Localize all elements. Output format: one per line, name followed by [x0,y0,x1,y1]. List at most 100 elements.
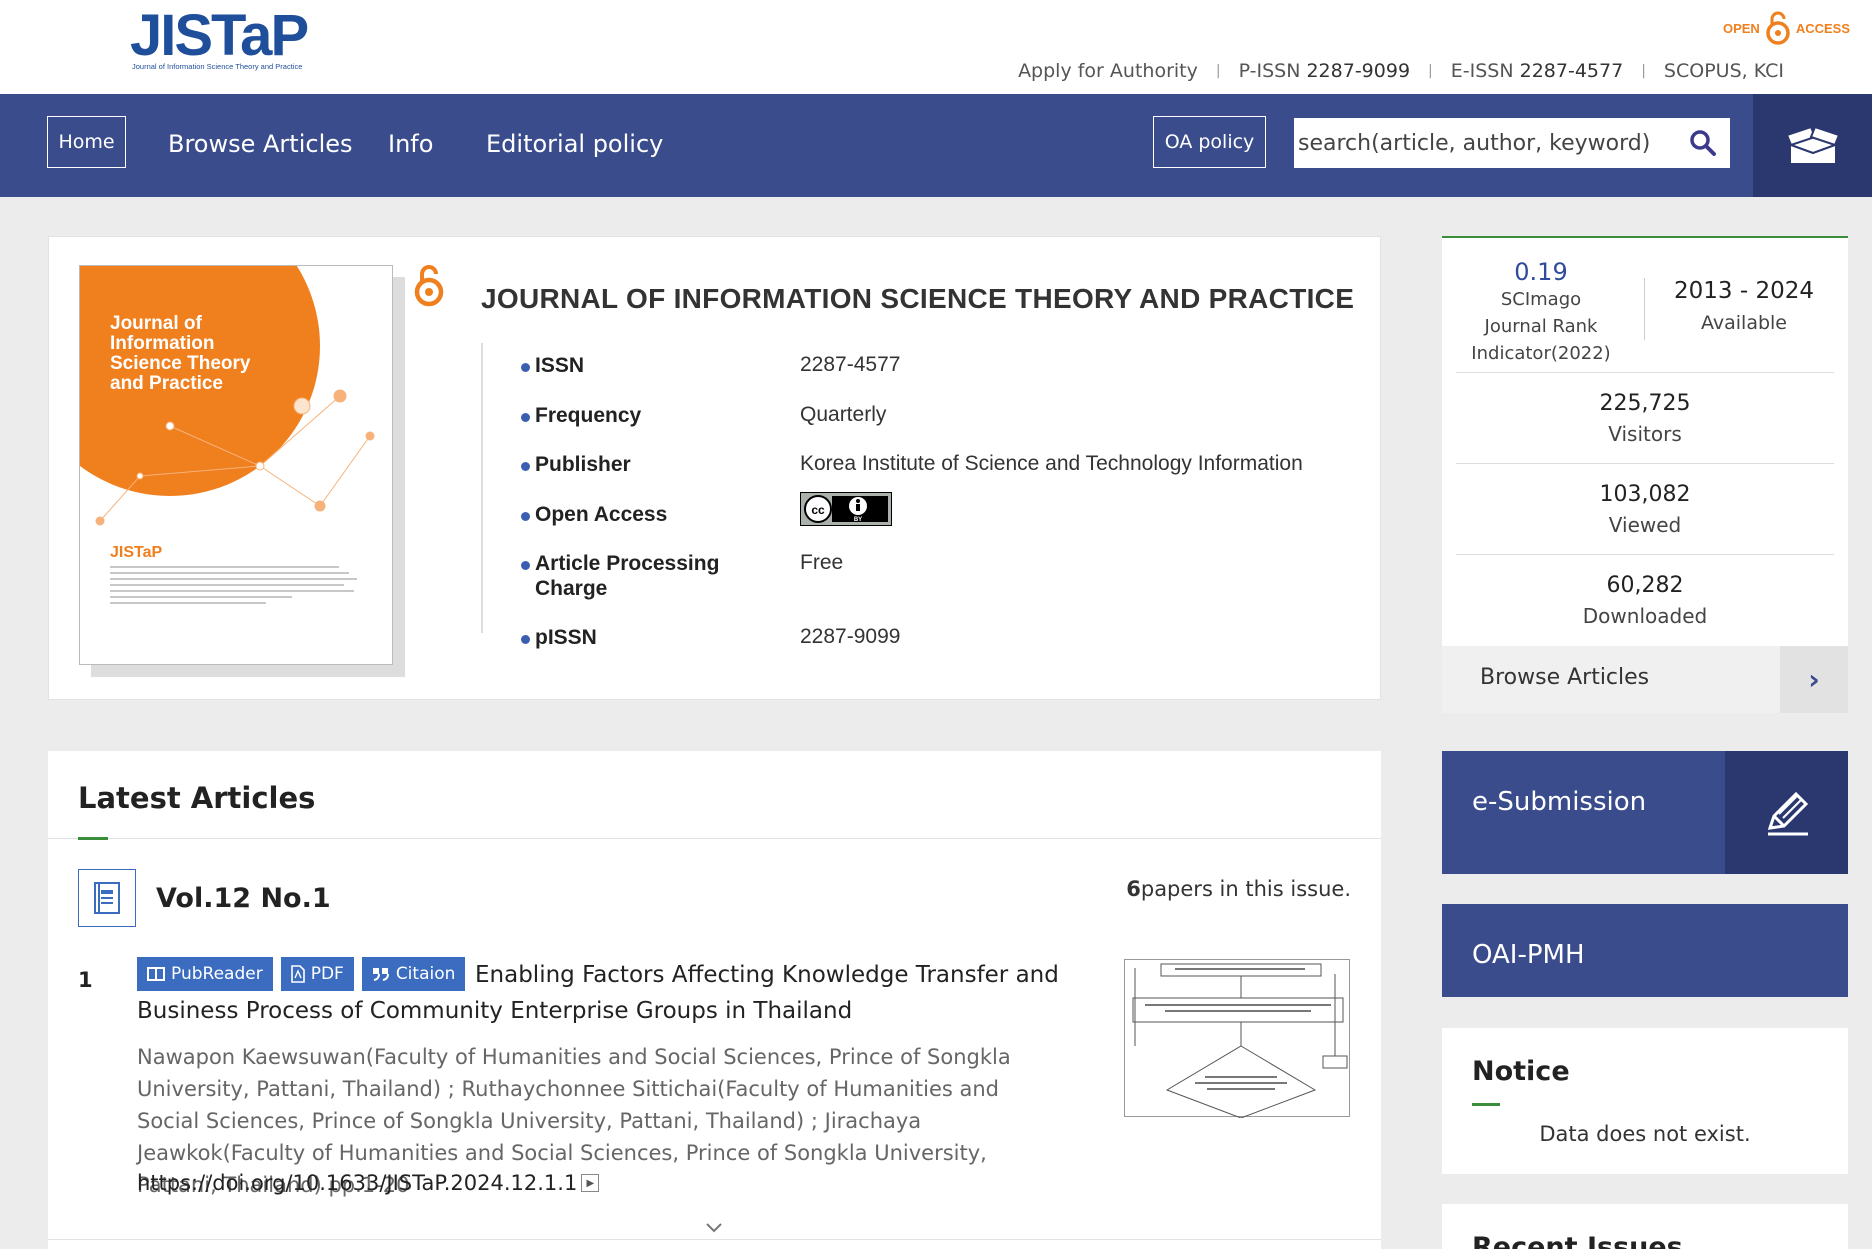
open-access-badge: OPEN ACCESS [1723,10,1850,46]
pencil-edit-icon [1767,791,1808,835]
pdf-icon [290,965,305,983]
info-value: Korea Institute of Science and Technolog… [800,452,1303,475]
pubreader-button[interactable]: PubReader [137,957,273,991]
open-access-lock-icon [414,265,444,307]
cover-contents-list [110,566,370,608]
issue-book-icon [78,869,136,927]
recent-issues-title[interactable]: Recent Issues [1472,1232,1683,1249]
viewed-stat: 103,082 Viewed [1456,463,1834,537]
issue-paper-count: 6papers in this issue. [1126,877,1351,901]
oa-policy-button[interactable]: OA policy [1153,116,1266,168]
logo-text: JISTaP [130,3,309,68]
divider [48,1239,1381,1240]
oai-pmh-button[interactable]: OAI-PMH [1442,904,1848,997]
downloaded-label: Downloaded [1582,604,1708,628]
nav-browse-articles[interactable]: Browse Articles [168,130,353,158]
viewed-count: 103,082 [1599,482,1691,507]
viewed-label: Viewed [1608,513,1682,537]
info-divider [481,343,483,633]
open-access-label: OPEN [1722,20,1760,36]
visitors-count: 225,725 [1599,391,1691,416]
info-key: Frequency [521,403,755,428]
article-buttons: PubReader PDF Citaion [137,957,466,991]
downloaded-count: 60,282 [1606,573,1684,598]
article-thumbnail[interactable] [1124,959,1350,1119]
eissn-label: E-ISSN [1450,60,1514,82]
svg-text:cc: cc [811,503,825,517]
book-open-icon [147,967,165,981]
sjr-block: 0.19 SCImago Journal Rank Indicator(2022… [1452,258,1630,367]
years-range: 2013 - 2024 [1674,278,1814,304]
journal-meta-line: Apply for Authority | P-ISSN 2287-9099 |… [1018,60,1784,82]
info-key: pISSN [521,625,755,650]
journal-cover-image[interactable]: Journal of Information Science Theory an… [79,265,393,665]
main-navbar: Home Browse Articles Info Editorial poli… [0,94,1872,197]
e-submission-icon-box [1725,751,1848,874]
sjr-label-3: Indicator(2022) [1471,343,1611,364]
search-input[interactable] [1294,130,1674,156]
info-value: Free [800,551,844,574]
nav-home-button[interactable]: Home [47,116,126,168]
notice-title[interactable]: Notice [1472,1056,1570,1087]
visitors-stat: 225,725 Visitors [1456,372,1834,446]
eissn-value: 2287-4577 [1519,60,1624,82]
indexing-info: SCOPUS, KCI [1663,60,1784,82]
search-icon[interactable] [1688,128,1718,158]
info-key: Open Access [521,502,755,527]
nav-info[interactable]: Info [388,130,433,158]
journal-info-card: Journal of Information Science Theory an… [48,236,1381,700]
doi-link[interactable]: https://doi.org/10.1633/JISTaP.2024.12.1… [137,1171,577,1195]
stats-card: 0.19 SCImago Journal Rank Indicator(2022… [1442,236,1848,713]
latest-articles-title: Latest Articles [78,781,316,815]
top-header: JISTaP Journal of Information Science Th… [0,0,1872,94]
browse-articles-button[interactable]: Browse Articles › [1442,646,1848,713]
sjr-label-1: SCImago [1500,289,1582,310]
e-submission-button[interactable]: e-Submission [1442,751,1848,874]
paper-count: 6 [1126,877,1141,901]
chevron-right-icon[interactable]: › [1780,646,1848,713]
archive-box-button[interactable] [1753,94,1872,197]
cover-title: Journal of Information Science Theory an… [110,313,251,394]
logo-subtitle: Journal of Information Science Theory an… [132,62,303,71]
pissn-label: P-ISSN [1238,60,1301,82]
journal-title: JOURNAL OF INFORMATION SCIENCE THEORY AN… [481,283,1355,314]
info-value: cc BY [800,492,892,532]
eissn-info: E-ISSN 2287-4577 [1451,60,1623,82]
sjr-label-2: Journal Rank [1484,316,1598,337]
issue-title[interactable]: Vol.12 No.1 [156,883,331,914]
site-logo[interactable]: JISTaP Journal of Information Science Th… [130,3,309,72]
recent-issues-panel: Recent Issues [1442,1204,1848,1249]
apply-authority-link[interactable]: Apply for Authority [1018,60,1198,82]
pubreader-label: PubReader [171,964,263,984]
cc-by-license-icon[interactable]: cc BY [800,492,892,526]
separator: | [1428,63,1433,79]
pissn-value: 2287-9099 [1306,60,1411,82]
paper-count-suffix: papers in this issue. [1140,877,1351,901]
browse-articles-label: Browse Articles [1480,665,1650,690]
info-value: 2287-9099 [800,625,901,648]
article-number: 1 [78,968,93,992]
notice-empty-message: Data does not exist. [1539,1122,1751,1146]
sjr-value[interactable]: 0.19 [1452,258,1630,286]
box-icon [1785,125,1840,163]
external-link-icon[interactable]: ▶ [581,1174,600,1192]
svg-text:BY: BY [854,517,862,523]
nav-editorial-policy[interactable]: Editorial policy [486,130,663,158]
years-label: Available [1700,312,1787,334]
citation-label: Citaion [395,964,456,984]
downloaded-stat: 60,282 Downloaded [1456,554,1834,628]
search-box [1294,118,1730,168]
info-value: 2287-4577 [800,353,901,376]
cover-brand: JISTaP [110,544,163,561]
quote-icon [372,968,389,981]
chevron-down-icon[interactable] [703,1217,725,1239]
pdf-button[interactable]: PDF [280,957,354,991]
latest-underline [78,837,108,840]
visitors-label: Visitors [1608,422,1682,446]
article-doi: https://doi.org/10.1633/JISTaP.2024.12.1… [137,1171,600,1195]
citation-button[interactable]: Citaion [361,957,466,991]
divider [48,838,1381,839]
open-access-lock-icon [1766,11,1790,45]
pdf-label: PDF [310,964,344,984]
access-label: ACCESS [1795,20,1850,36]
